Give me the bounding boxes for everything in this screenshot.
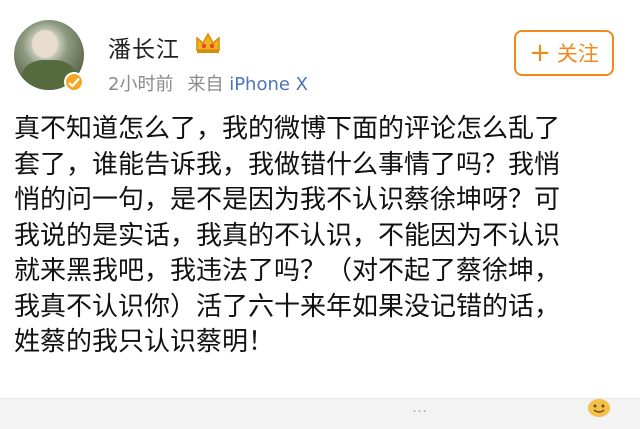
bottom-bar [0,398,640,429]
post-content: 真不知道怎么了，我的微博下面的评论怎么乱了 套了，谁能告诉我，我做错什么事情了吗… [14,112,630,361]
content-line: 悄的问一句，是不是因为我不认识蔡徐坤呀？可 [14,185,561,215]
avatar-face [32,30,58,58]
content-line: 姓蔡的我只认识蔡明！ [14,327,275,357]
verified-badge-icon [64,72,84,92]
source-device[interactable]: iPhone X [229,74,308,95]
post-time: 2小时前 [108,74,174,95]
content-line: 真不知道怎么了，我的微博下面的评论怎么乱了 [14,114,561,144]
plus-icon: + [529,38,551,68]
follow-label: 关注 [556,42,599,66]
weibo-post: 潘长江 2小时前 来自 iPhone X + 关注 真不知道怎么了，我的微博下面的… [0,0,640,429]
bottom-partial-text: … [412,398,427,416]
content-line: 我说的是实话，我真的不认识，不能因为不认识 [14,220,561,251]
emoji-icon[interactable] [586,394,612,418]
author-name[interactable]: 潘长江 [108,30,180,64]
post-meta: 2小时前 来自 iPhone X [108,70,308,96]
vip-crown-icon[interactable] [194,30,222,56]
content-line: 我真不认识你）活了六十来年如果没记错的话， [14,291,561,322]
content-line: 就来黑我吧，我违法了吗？（对不起了蔡徐坤， [14,256,561,286]
source-prefix: 来自 [187,74,224,95]
follow-button[interactable]: + 关注 [514,30,614,76]
content-line: 套了，谁能告诉我，我做错什么事情了吗？我悄 [14,149,561,180]
